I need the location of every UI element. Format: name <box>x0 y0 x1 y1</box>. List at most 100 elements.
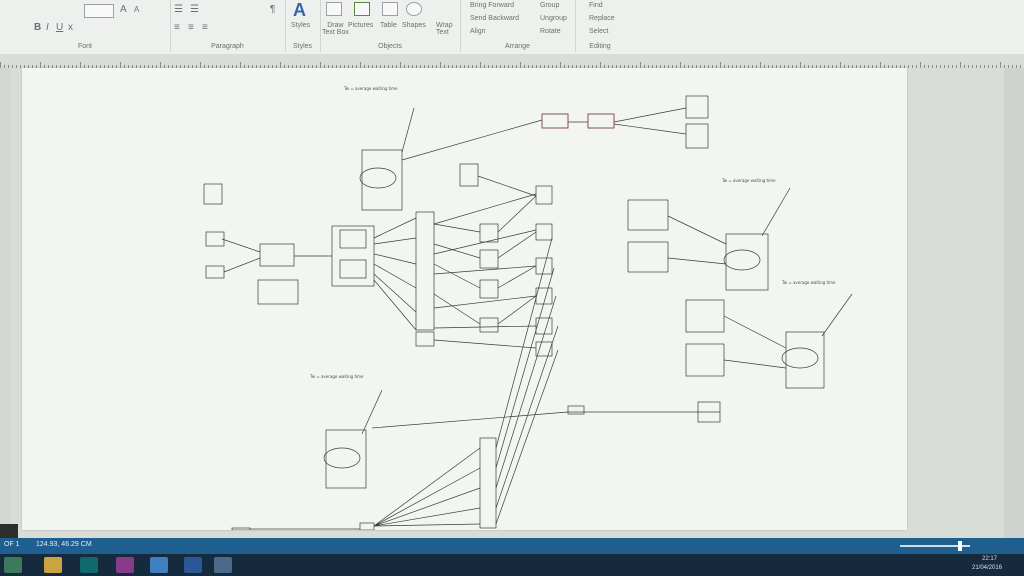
bold-icon[interactable]: B <box>34 22 41 33</box>
select-button[interactable]: Select <box>589 28 608 35</box>
box-column <box>415 211 435 331</box>
draw-text-box-icon[interactable] <box>326 2 342 16</box>
underline-icon[interactable]: U <box>56 22 63 33</box>
box-merge <box>259 243 295 267</box>
page-indicator: OF 1 <box>4 541 20 548</box>
ungroup-button[interactable]: Ungroup <box>540 15 567 22</box>
box-bottom-source <box>359 522 375 530</box>
formula-bottom-title: Tw = average waiting time <box>309 374 364 379</box>
box-mid-top <box>459 163 479 187</box>
find-button[interactable]: Find <box>589 2 603 9</box>
box-queue-right-2 <box>785 331 825 389</box>
font-size-down-icon[interactable]: A <box>134 5 139 14</box>
styles-group: A Styles Styles <box>285 0 321 52</box>
editing-group: Find Replace Select Editing <box>575 0 625 52</box>
box-mid-3 <box>479 279 499 299</box>
box-mid-2 <box>479 249 499 269</box>
box-right-cluster-4 <box>685 343 725 377</box>
taskbar: 22:17 21/04/2016 <box>0 554 1024 576</box>
box-top-pair-1 <box>541 113 569 129</box>
box-right-3 <box>535 257 553 275</box>
publisher-icon[interactable] <box>80 557 98 573</box>
oval-queue-right-2 <box>781 347 819 369</box>
bullets-icon[interactable]: ☰ <box>174 4 183 15</box>
paragraph-mark-icon[interactable]: ¶ <box>270 4 275 15</box>
box-splitter-inner-bottom <box>339 259 367 279</box>
replace-button[interactable]: Replace <box>589 15 615 22</box>
align-button[interactable]: Align <box>470 28 486 35</box>
box-right-cluster-3 <box>685 299 725 333</box>
status-bar: OF 1 124.93, 46.29 CM <box>0 538 1024 554</box>
shapes-icon[interactable] <box>406 2 422 16</box>
formula-right-title-2: Tw = average waiting time <box>781 280 836 285</box>
ribbon: B I U x A A Font ☰ ☰ ≡ ≡ ≡ ¶ Paragraph A… <box>0 0 1024 55</box>
box-left-b <box>205 265 225 279</box>
box-mid-4 <box>479 317 499 333</box>
box-right-cluster-1 <box>627 199 669 231</box>
app-icon[interactable] <box>214 557 232 573</box>
pictures-label[interactable]: Pictures <box>348 22 373 29</box>
box-splitter-inner-top <box>339 229 367 249</box>
draw-text-box-label[interactable]: Draw Text Box <box>322 22 349 36</box>
styles-icon[interactable]: A <box>293 0 306 21</box>
formula-right-title: Tw = average waiting time <box>721 178 776 183</box>
box-top-pair-2 <box>587 113 615 129</box>
diagram[interactable]: Tw = average waiting time Tw = average w… <box>22 68 907 530</box>
pictures-icon[interactable] <box>354 2 370 16</box>
box-far-top-1 <box>685 95 709 119</box>
box-column-end <box>415 331 435 347</box>
box-left-top <box>203 183 223 205</box>
horizontal-ruler <box>0 54 1024 69</box>
font-group-label: Font <box>77 43 92 50</box>
box-notes-left <box>257 279 299 305</box>
align-right-icon[interactable]: ≡ <box>202 22 208 33</box>
red-box-top-2 <box>587 113 615 129</box>
media-icon[interactable] <box>116 557 134 573</box>
styles-group-label: Styles <box>292 43 313 50</box>
rotate-button[interactable]: Rotate <box>540 28 561 35</box>
send-backward-button[interactable]: Send Backward <box>470 15 519 22</box>
arrange-group-label: Arrange <box>505 43 530 50</box>
paragraph-group: ☰ ☰ ≡ ≡ ≡ ¶ Paragraph <box>170 0 286 52</box>
box-right-2 <box>535 223 553 241</box>
group-button[interactable]: Group <box>540 2 559 9</box>
box-right-1 <box>535 185 553 205</box>
shapes-label[interactable]: Shapes <box>402 22 426 29</box>
table-icon[interactable] <box>382 2 398 16</box>
word-icon[interactable] <box>184 557 202 573</box>
objects-group: Draw Text Box Pictures Table Shapes Wrap… <box>320 0 461 52</box>
font-group: B I U x A A Font <box>0 0 171 52</box>
bring-forward-button[interactable]: Bring Forward <box>470 2 514 9</box>
start-icon[interactable] <box>4 557 22 573</box>
left-strip <box>0 68 10 524</box>
strikethrough-icon[interactable]: x <box>68 22 73 33</box>
table-label[interactable]: Table <box>380 22 397 29</box>
box-queue-right <box>725 233 769 291</box>
numbering-icon[interactable]: ☰ <box>190 4 199 15</box>
paragraph-group-label: Paragraph <box>211 43 244 50</box>
styles-label[interactable]: Styles <box>291 22 310 29</box>
font-size-box[interactable] <box>84 4 114 18</box>
ie-icon[interactable] <box>150 557 168 573</box>
italic-icon[interactable]: I <box>46 22 49 33</box>
arrange-group: Bring Forward Send Backward Align Group … <box>460 0 576 52</box>
cursor-position: 124.93, 46.29 CM <box>36 541 92 548</box>
box-right-cluster-2 <box>627 241 669 273</box>
document-page[interactable]: Tw = average waiting time Tw = average w… <box>22 68 907 530</box>
box-left-a <box>205 231 225 247</box>
font-size-up-icon[interactable]: A <box>120 4 127 15</box>
clock-date: 21/04/2016 <box>972 565 1003 571</box>
align-left-icon[interactable]: ≡ <box>174 22 180 33</box>
editing-group-label: Editing <box>589 43 611 50</box>
clock-time: 22:17 <box>982 556 998 562</box>
align-center-icon[interactable]: ≡ <box>188 22 194 33</box>
box-bottom-left <box>231 527 251 530</box>
formula-top-title: Tw = average waiting time <box>343 86 398 91</box>
zoom-slider-thumb[interactable] <box>958 541 962 551</box>
document-canvas[interactable]: Tw = average waiting time Tw = average w… <box>18 68 1004 538</box>
box-far-top-2 <box>685 123 709 149</box>
oval-queue-right <box>723 249 761 271</box>
file-explorer-icon[interactable] <box>44 557 62 573</box>
wrap-text-label[interactable]: Wrap Text <box>436 22 453 36</box>
vertical-scrollbar[interactable] <box>1004 68 1024 538</box>
